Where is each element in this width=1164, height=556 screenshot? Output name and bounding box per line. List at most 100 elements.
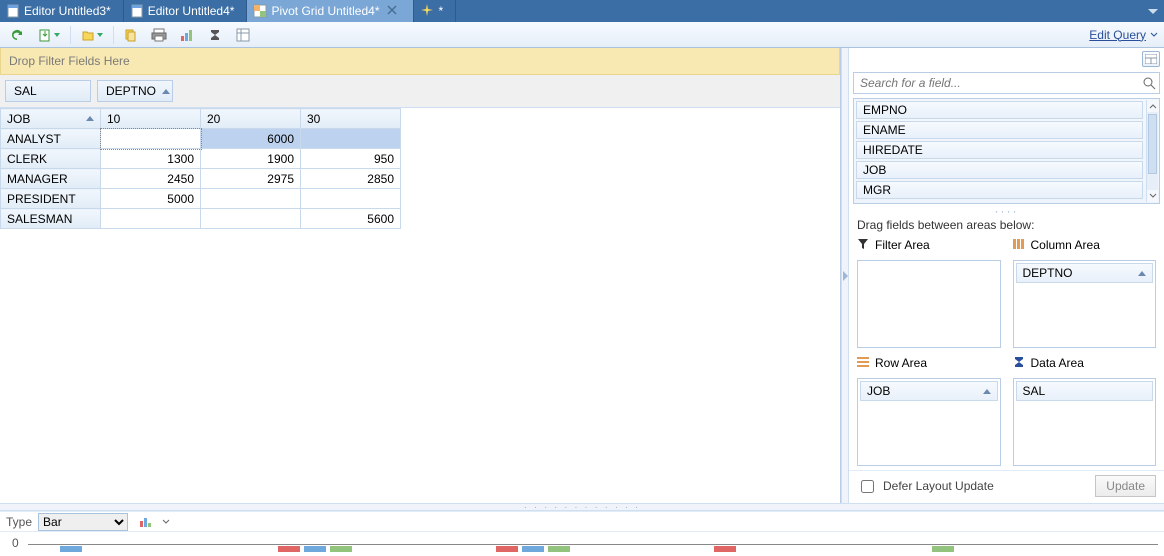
tab-pivot-grid-untitled4[interactable]: Pivot Grid Untitled4*: [247, 0, 414, 22]
column-field-header[interactable]: DEPTNO: [97, 80, 173, 102]
chart-bar: [548, 546, 570, 552]
data-cell[interactable]: 5000: [101, 189, 201, 209]
data-cell[interactable]: [101, 209, 201, 229]
table-row[interactable]: CLERK13001900950: [1, 149, 401, 169]
data-cell[interactable]: 1900: [201, 149, 301, 169]
filter-drop-area[interactable]: Drop Filter Fields Here: [0, 48, 840, 75]
area-field-chip[interactable]: JOB: [860, 381, 998, 401]
tab-editor-untitled3[interactable]: Editor Untitled3*: [0, 0, 124, 22]
export-button[interactable]: [34, 25, 64, 45]
chart-bar: [714, 546, 736, 552]
rows-icon: [857, 356, 869, 370]
column-header[interactable]: 30: [301, 109, 401, 129]
chart-button[interactable]: [176, 25, 198, 45]
data-cell[interactable]: [201, 189, 301, 209]
column-header[interactable]: 10: [101, 109, 201, 129]
row-header[interactable]: PRESIDENT: [1, 189, 101, 209]
data-cell[interactable]: [301, 189, 401, 209]
horizontal-splitter[interactable]: · · · · · · · · · · · ·: [0, 503, 1164, 511]
available-field-item[interactable]: EMPNO: [856, 101, 1143, 119]
open-button[interactable]: [77, 25, 107, 45]
column-area-box[interactable]: DEPTNO: [1013, 260, 1157, 348]
sort-asc-icon: [86, 116, 94, 121]
panel-layout-button[interactable]: [1142, 51, 1160, 67]
filter-area-title: Filter Area: [857, 236, 1001, 254]
defer-layout-checkbox[interactable]: Defer Layout Update: [857, 477, 994, 496]
fields-layout-button[interactable]: [232, 25, 254, 45]
table-row[interactable]: PRESIDENT5000: [1, 189, 401, 209]
field-list-panel: EMPNOENAMEHIREDATEJOBMGR ···· Drag field…: [849, 48, 1164, 503]
data-cell[interactable]: 5600: [301, 209, 401, 229]
copy-button[interactable]: [120, 25, 142, 45]
data-cell[interactable]: [201, 209, 301, 229]
edit-query-link[interactable]: Edit Query: [1089, 28, 1146, 42]
scroll-thumb[interactable]: [1148, 114, 1157, 174]
toolbar: Edit Query: [0, 22, 1164, 48]
data-cell[interactable]: 950: [301, 149, 401, 169]
areas-grid: Filter Area Column Area DEPTNO Row Area …: [849, 236, 1164, 470]
horizontal-grip[interactable]: ····: [849, 204, 1164, 214]
area-title-label: Filter Area: [875, 238, 930, 252]
available-field-item[interactable]: JOB: [856, 161, 1143, 179]
pivot-pane: Drop Filter Fields Here SAL DEPTNO JOB10…: [0, 48, 841, 503]
chart-type-select[interactable]: Bar: [38, 513, 128, 531]
scroll-down-button[interactable]: [1147, 190, 1158, 202]
scrollbar[interactable]: [1146, 100, 1158, 202]
data-cell[interactable]: 6000: [201, 129, 301, 149]
data-cell[interactable]: [101, 129, 201, 149]
chart-axis-line: [28, 544, 1158, 545]
tab-label: Pivot Grid Untitled4*: [271, 4, 379, 18]
data-cell[interactable]: 1300: [101, 149, 201, 169]
row-area-title: Row Area: [857, 354, 1001, 372]
area-field-chip[interactable]: DEPTNO: [1016, 263, 1154, 283]
pivot-icon: [253, 4, 267, 18]
table-row[interactable]: SALESMAN 5600: [1, 209, 401, 229]
row-header[interactable]: CLERK: [1, 149, 101, 169]
chip-label: JOB: [867, 384, 890, 398]
chart-options-button[interactable]: [134, 512, 156, 532]
pivot-data-col-headers: SAL DEPTNO: [0, 75, 840, 108]
update-button[interactable]: Update: [1095, 475, 1156, 497]
available-field-item[interactable]: HIREDATE: [856, 141, 1143, 159]
header-label: SAL: [14, 84, 37, 98]
row-header[interactable]: SALESMAN: [1, 209, 101, 229]
workspace: Drop Filter Fields Here SAL DEPTNO JOB10…: [0, 48, 1164, 503]
chart-bar: [60, 546, 82, 552]
refresh-button[interactable]: [6, 25, 28, 45]
grip-dots-icon: · · · · · · · · · · · ·: [524, 502, 641, 513]
row-header[interactable]: MANAGER: [1, 169, 101, 189]
document-icon: [130, 4, 144, 18]
data-cell[interactable]: 2850: [301, 169, 401, 189]
chart-bar: [496, 546, 518, 552]
data-cell[interactable]: [301, 129, 401, 149]
row-header[interactable]: ANALYST: [1, 129, 101, 149]
data-field-header[interactable]: SAL: [5, 80, 91, 102]
row-area-box[interactable]: JOB: [857, 378, 1001, 466]
vertical-splitter[interactable]: [841, 48, 849, 503]
tabs-overflow[interactable]: [1148, 0, 1164, 22]
area-field-chip[interactable]: SAL: [1016, 381, 1154, 401]
tab-editor-untitled4[interactable]: Editor Untitled4*: [124, 0, 248, 22]
available-fields-list[interactable]: EMPNO ENAME HIREDATE JOB MGR: [853, 98, 1160, 204]
table-row[interactable]: ANALYST 6000: [1, 129, 401, 149]
available-field-item[interactable]: MGR: [856, 181, 1143, 199]
table-row[interactable]: MANAGER245029752850: [1, 169, 401, 189]
scroll-up-button[interactable]: [1147, 100, 1158, 112]
filter-area-box[interactable]: [857, 260, 1001, 348]
data-area-box[interactable]: SAL: [1013, 378, 1157, 466]
data-cell[interactable]: 2450: [101, 169, 201, 189]
sum-button[interactable]: [204, 25, 226, 45]
column-header[interactable]: 20: [201, 109, 301, 129]
data-area-title: Data Area: [1013, 354, 1157, 372]
data-cell[interactable]: 2975: [201, 169, 301, 189]
chevron-down-icon: [54, 33, 60, 37]
close-icon[interactable]: [387, 4, 397, 18]
row-field-header[interactable]: JOB: [1, 109, 101, 129]
tab-label: Editor Untitled3*: [24, 4, 111, 18]
defer-checkbox-input[interactable]: [861, 480, 874, 493]
available-field-item[interactable]: ENAME: [856, 121, 1143, 139]
header-label: DEPTNO: [106, 84, 156, 98]
tab-sparkle[interactable]: *: [414, 0, 456, 22]
print-button[interactable]: [148, 25, 170, 45]
field-search-input[interactable]: [853, 72, 1160, 94]
